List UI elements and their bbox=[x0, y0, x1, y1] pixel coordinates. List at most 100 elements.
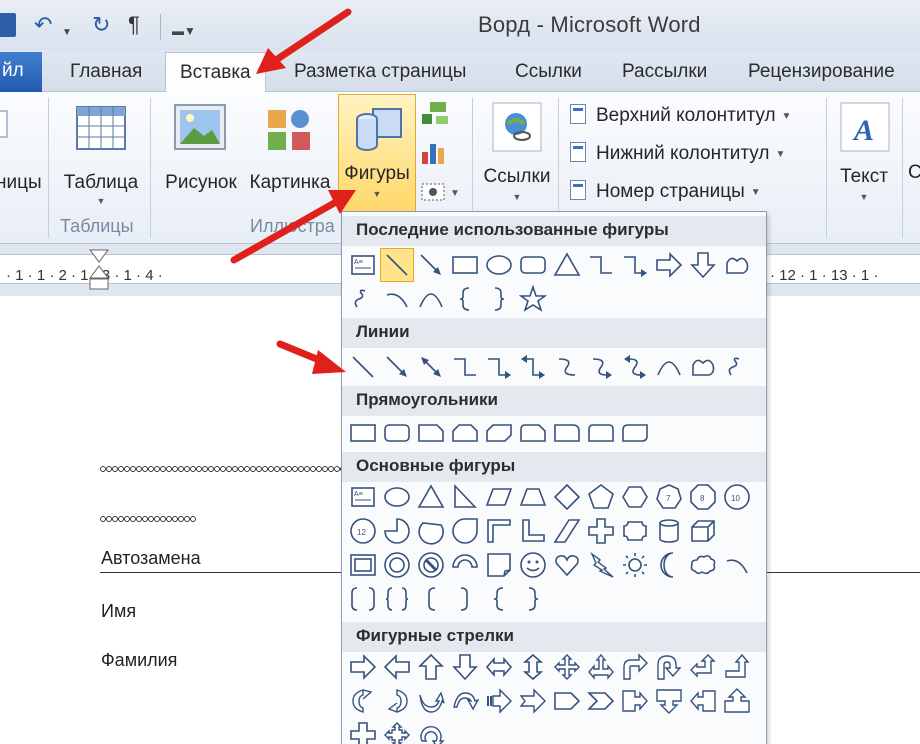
right-arrow-callout-shape[interactable] bbox=[618, 684, 652, 718]
undo-icon[interactable]: ↶ bbox=[34, 12, 52, 38]
round-single-corner-rectangle-shape[interactable] bbox=[550, 416, 584, 450]
oval-shape[interactable] bbox=[482, 248, 516, 282]
left-right-arrow-shape[interactable] bbox=[482, 650, 516, 684]
moon-shape[interactable] bbox=[652, 548, 686, 582]
snip-diagonal-rectangle-shape[interactable] bbox=[482, 416, 516, 450]
screenshot-icon[interactable]: ▼ bbox=[420, 178, 466, 204]
octagon-shape[interactable]: 8 bbox=[686, 480, 720, 514]
cloud-shape[interactable] bbox=[686, 548, 720, 582]
curved-down-arrow-shape[interactable] bbox=[448, 684, 482, 718]
curved-arrow-connector-shape[interactable] bbox=[584, 350, 618, 384]
rectangle-shape[interactable] bbox=[448, 248, 482, 282]
oval-shape[interactable] bbox=[380, 480, 414, 514]
pentagon-arrow-shape[interactable] bbox=[550, 684, 584, 718]
arc-shape[interactable] bbox=[720, 548, 754, 582]
double-bracket-shape[interactable] bbox=[346, 582, 380, 616]
double-arrow-line-shape[interactable] bbox=[414, 350, 448, 384]
right-brace-shape[interactable] bbox=[516, 582, 550, 616]
elbow-connector-shape[interactable] bbox=[584, 248, 618, 282]
elbow-connector-shape[interactable] bbox=[448, 350, 482, 384]
text-box-shape[interactable]: A≡ bbox=[346, 480, 380, 514]
tab-references[interactable]: Ссылки bbox=[515, 61, 582, 83]
circular-arrow-shape[interactable] bbox=[414, 718, 448, 744]
footer-button[interactable]: Нижний колонтитул ▼ bbox=[570, 142, 785, 165]
diamond-shape[interactable] bbox=[550, 480, 584, 514]
smartart-icon[interactable] bbox=[420, 100, 450, 128]
pentagon-shape[interactable] bbox=[584, 480, 618, 514]
elbow-double-arrow-connector-shape[interactable] bbox=[516, 350, 550, 384]
right-arrow-shape[interactable] bbox=[652, 248, 686, 282]
decagon-shape[interactable]: 10 bbox=[720, 480, 754, 514]
notched-right-arrow-shape[interactable] bbox=[516, 684, 550, 718]
arc-shape[interactable] bbox=[380, 282, 414, 316]
tab-home[interactable]: Главная bbox=[70, 61, 142, 83]
up-arrow-callout-shape[interactable] bbox=[720, 684, 754, 718]
arrow-line-shape[interactable] bbox=[414, 248, 448, 282]
pie-shape[interactable] bbox=[380, 514, 414, 548]
l-shape[interactable] bbox=[516, 514, 550, 548]
word-app-icon[interactable] bbox=[0, 13, 16, 37]
page-number-button[interactable]: Номер страницы ▼ bbox=[570, 180, 761, 203]
sun-shape[interactable] bbox=[618, 548, 652, 582]
elbow-arrow-connector-shape[interactable] bbox=[482, 350, 516, 384]
rounded-rectangle-shape[interactable] bbox=[380, 416, 414, 450]
down-arrow-shape[interactable] bbox=[448, 650, 482, 684]
header-button[interactable]: Верхний колонтитул ▼ bbox=[570, 104, 791, 127]
curve-shape[interactable] bbox=[652, 350, 686, 384]
star-shape[interactable] bbox=[516, 282, 550, 316]
triangle-shape[interactable] bbox=[414, 480, 448, 514]
heptagon-shape[interactable]: 7 bbox=[652, 480, 686, 514]
left-up-arrow-shape[interactable] bbox=[686, 650, 720, 684]
triangle-shape[interactable] bbox=[550, 248, 584, 282]
can-shape[interactable] bbox=[652, 514, 686, 548]
u-turn-arrow-shape[interactable] bbox=[652, 650, 686, 684]
round-diagonal-rectangle-shape[interactable] bbox=[618, 416, 652, 450]
pilcrow-icon[interactable]: ¶ bbox=[128, 12, 140, 38]
text-button[interactable]: A Текст ▼ bbox=[834, 100, 894, 210]
chord-shape[interactable] bbox=[414, 514, 448, 548]
chart-icon[interactable] bbox=[420, 138, 450, 166]
table-button[interactable]: Таблица ▼ bbox=[58, 100, 144, 212]
left-right-up-arrow-shape[interactable] bbox=[584, 650, 618, 684]
frame-shape[interactable] bbox=[482, 514, 516, 548]
tab-mailings[interactable]: Рассылки bbox=[622, 61, 707, 83]
left-arrow-shape[interactable] bbox=[380, 650, 414, 684]
right-triangle-shape[interactable] bbox=[448, 480, 482, 514]
down-arrow-callout-shape[interactable] bbox=[652, 684, 686, 718]
up-down-arrow-shape[interactable] bbox=[516, 650, 550, 684]
folded-corner-shape[interactable] bbox=[482, 548, 516, 582]
scribble-shape[interactable] bbox=[720, 350, 754, 384]
lightning-bolt-shape[interactable] bbox=[584, 548, 618, 582]
parallelogram-shape[interactable] bbox=[482, 480, 516, 514]
bent-up-arrow-shape[interactable] bbox=[720, 650, 754, 684]
no-symbol-shape[interactable] bbox=[414, 548, 448, 582]
scribble-shape[interactable] bbox=[346, 282, 380, 316]
arrow-line-shape[interactable] bbox=[380, 350, 414, 384]
elbow-arrow-connector-shape[interactable] bbox=[618, 248, 652, 282]
quad-arrow-callout-shape[interactable] bbox=[380, 718, 414, 744]
teardrop-shape[interactable] bbox=[448, 514, 482, 548]
left-brace-shape[interactable] bbox=[448, 282, 482, 316]
snip-round-rectangle-shape[interactable] bbox=[516, 416, 550, 450]
redo-icon[interactable]: ↻ bbox=[92, 12, 110, 38]
right-arrow-shape[interactable] bbox=[346, 650, 380, 684]
dodecagon-shape[interactable]: 12 bbox=[346, 514, 380, 548]
chevron-shape[interactable] bbox=[584, 684, 618, 718]
bevel-shape[interactable] bbox=[346, 548, 380, 582]
block-arc-shape[interactable] bbox=[448, 548, 482, 582]
left-brace-shape[interactable] bbox=[482, 582, 516, 616]
snip-corner-rectangle-shape[interactable] bbox=[414, 416, 448, 450]
curved-double-arrow-connector-shape[interactable] bbox=[618, 350, 652, 384]
heart-shape[interactable] bbox=[550, 548, 584, 582]
curved-right-arrow-shape[interactable] bbox=[346, 684, 380, 718]
round-same-side-rectangle-shape[interactable] bbox=[584, 416, 618, 450]
double-brace-shape[interactable] bbox=[380, 582, 414, 616]
rounded-rectangle-shape[interactable] bbox=[516, 248, 550, 282]
undo-dropdown-icon[interactable]: ▼ bbox=[62, 20, 72, 46]
indent-marker-icon[interactable] bbox=[88, 248, 110, 292]
line-shape-selected[interactable] bbox=[380, 248, 414, 282]
curved-up-arrow-shape[interactable] bbox=[414, 684, 448, 718]
hexagon-shape[interactable] bbox=[618, 480, 652, 514]
left-right-arrow-callout-shape[interactable] bbox=[346, 718, 380, 744]
smiley-face-shape[interactable] bbox=[516, 548, 550, 582]
